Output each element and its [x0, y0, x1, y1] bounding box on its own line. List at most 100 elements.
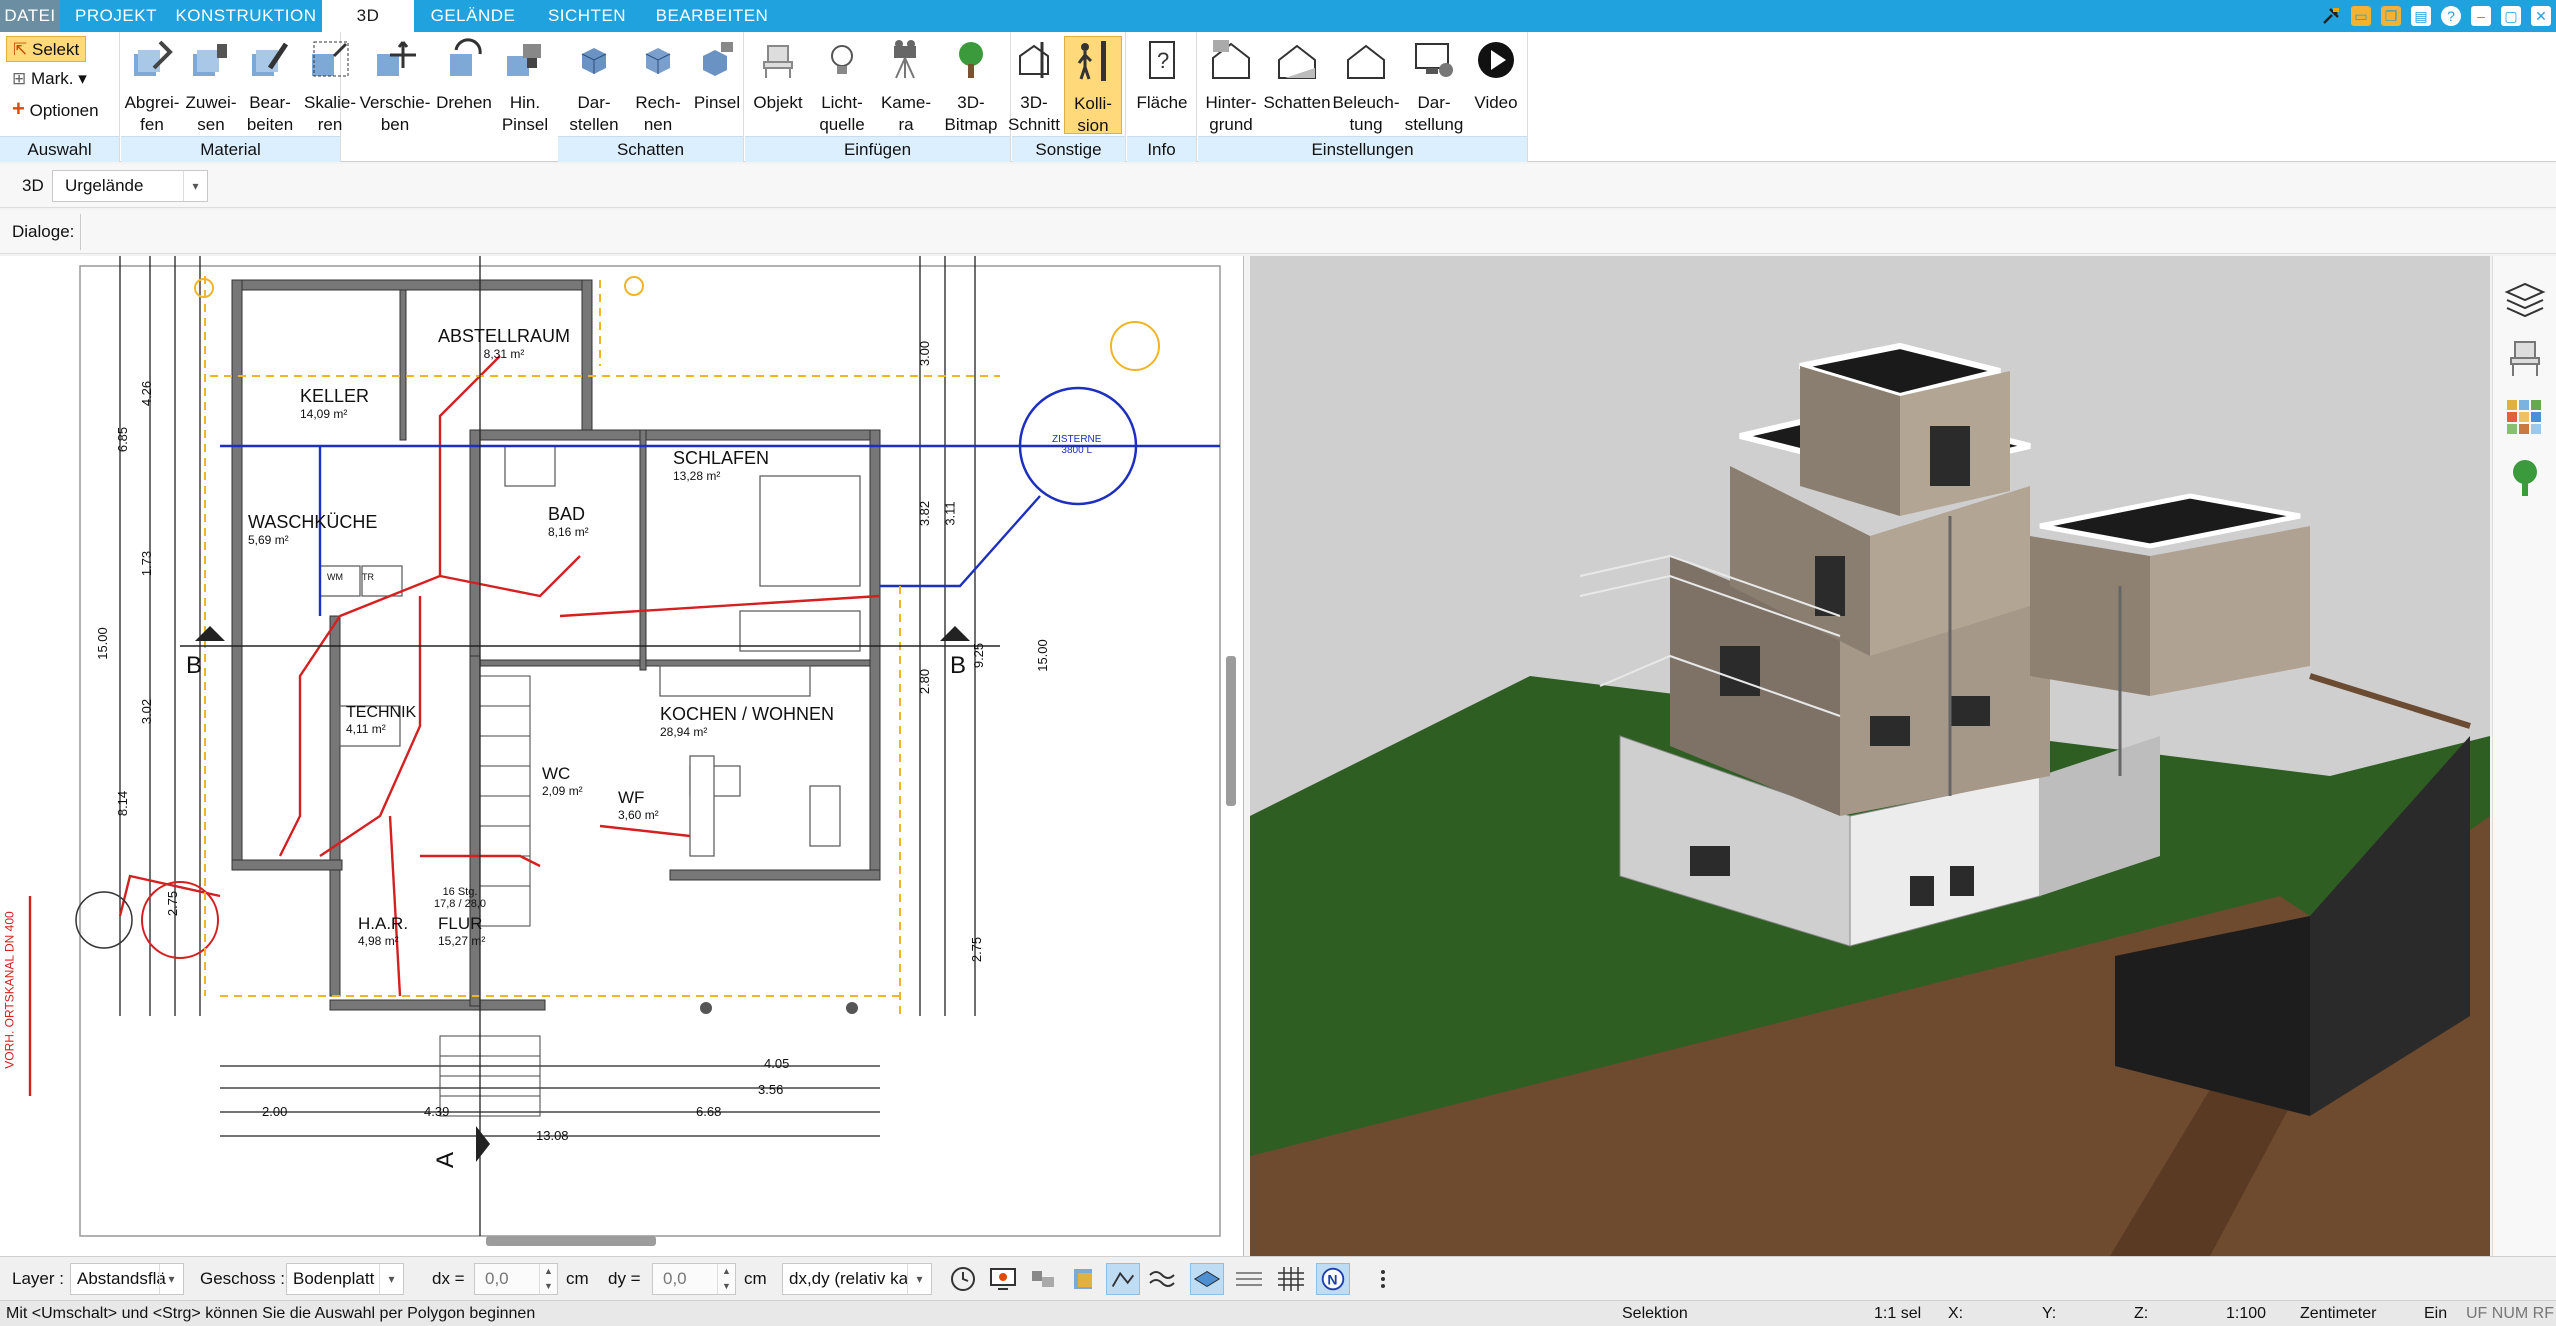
- optionen-button[interactable]: + Optionen: [6, 96, 105, 122]
- chair-icon[interactable]: [2503, 336, 2547, 380]
- room-wf[interactable]: WF 3,60 m²: [618, 788, 659, 822]
- dx-input[interactable]: 0,0 ▲ ▼: [474, 1263, 558, 1295]
- tab-konstruktion[interactable]: KONSTRUKTION: [172, 0, 320, 32]
- plane-icon[interactable]: [1190, 1263, 1224, 1295]
- dim-label: 9.25: [971, 642, 987, 669]
- grid-icon[interactable]: [1274, 1263, 1308, 1295]
- dy-input[interactable]: 0,0 ▲ ▼: [652, 1263, 736, 1295]
- schatten-darstellen-button[interactable]: Dar- stellen: [560, 36, 628, 134]
- spinner-arrows-icon[interactable]: ▲ ▼: [539, 1264, 557, 1294]
- tab-3d[interactable]: 3D: [322, 0, 414, 34]
- hintergrund-button[interactable]: Hinter- grund: [1198, 36, 1264, 134]
- maximize-icon[interactable]: ▢: [2496, 0, 2526, 32]
- materials-icon[interactable]: [2503, 396, 2547, 440]
- room-schlafen[interactable]: SCHLAFEN 13,28 m²: [673, 448, 769, 483]
- vertical-scrollbar[interactable]: [1226, 656, 1236, 806]
- schatten-rechnen-button[interactable]: Rech- nen: [628, 36, 688, 134]
- bearbeiten-button[interactable]: Bear- beiten: [240, 36, 300, 134]
- verschieben-button[interactable]: Verschie- ben: [358, 36, 432, 134]
- geschoss-select[interactable]: Bodenplatt ▾: [286, 1263, 404, 1295]
- tools-icon[interactable]: [2316, 0, 2346, 32]
- objekt-button[interactable]: Objekt: [748, 36, 808, 134]
- clock-icon[interactable]: [946, 1263, 980, 1295]
- tab-gelaende[interactable]: GELÄNDE: [414, 0, 532, 32]
- hatch-icon[interactable]: [1232, 1263, 1266, 1295]
- chevron-down-icon: ▾: [159, 1264, 183, 1294]
- room-kochen-wohnen[interactable]: KOCHEN / WOHNEN 28,94 m²: [660, 704, 834, 739]
- drehen-button[interactable]: Drehen: [432, 36, 496, 134]
- room-keller[interactable]: KELLER 14,09 m²: [300, 386, 369, 421]
- dx-label: dx =: [432, 1269, 465, 1288]
- copy-icon[interactable]: ❐: [2376, 0, 2406, 32]
- 3d-bitmap-button[interactable]: 3D- Bitmap: [936, 36, 1006, 134]
- dy-value: 0,0: [663, 1269, 687, 1288]
- room-bad[interactable]: BAD 8,16 m²: [548, 504, 589, 539]
- room-technik[interactable]: TECHNIK 4,11 m²: [346, 704, 416, 736]
- dim-label: 3.56: [758, 1082, 784, 1097]
- abgreifen-button[interactable]: Abgrei- fen: [122, 36, 182, 134]
- mark-button[interactable]: ⊞ Mark. ▾: [6, 66, 93, 92]
- zuweisen-button[interactable]: Zuwei- sen: [182, 36, 240, 134]
- tab-sichten[interactable]: SICHTEN: [532, 0, 642, 32]
- print-icon[interactable]: ▤: [2406, 0, 2436, 32]
- north-icon[interactable]: N: [1316, 1263, 1350, 1295]
- objects-icon[interactable]: [1026, 1263, 1060, 1295]
- video-button[interactable]: Video: [1464, 36, 1528, 134]
- room-abstellraum[interactable]: ABSTELLRAUM 8,31 m²: [438, 326, 570, 361]
- room-har[interactable]: H.A.R. 4,98 m²: [358, 914, 408, 948]
- wave-icon[interactable]: [1146, 1263, 1180, 1295]
- flaeche-button[interactable]: ? Fläche: [1130, 36, 1194, 134]
- save-icon[interactable]: ▭: [2346, 0, 2376, 32]
- presentation-icon[interactable]: [986, 1263, 1020, 1295]
- room-waschkueche[interactable]: WASCHKÜCHE 5,69 m²: [248, 512, 377, 547]
- skalieren-button[interactable]: Skalie- ren: [300, 36, 360, 134]
- more-options-icon[interactable]: [1366, 1263, 1400, 1295]
- tab-bearbeiten[interactable]: BEARBEITEN: [642, 0, 782, 32]
- plus-icon: +: [12, 96, 25, 121]
- lightbulb-icon: [831, 45, 853, 74]
- hin-pinsel-button[interactable]: Hin. Pinsel: [496, 36, 554, 134]
- layer-select[interactable]: Abstandsflä ▾: [70, 1263, 184, 1295]
- tree-icon[interactable]: [2503, 456, 2547, 500]
- cube-calc-icon: [645, 48, 671, 74]
- dialog-toolbar: Dialoge:: [0, 210, 2556, 254]
- kollision-button[interactable]: Kolli- sion: [1064, 36, 1122, 135]
- snap-icon[interactable]: [1106, 1263, 1140, 1295]
- floor-plan-view[interactable]: ABSTELLRAUM 8,31 m² KELLER 14,09 m² SCHL…: [0, 256, 1244, 1256]
- schatten-darstellen-label: Dar- stellen: [569, 93, 619, 134]
- minimize-icon[interactable]: –: [2466, 0, 2496, 32]
- layers-icon[interactable]: [2503, 276, 2547, 320]
- tab-projekt[interactable]: PROJEKT: [60, 0, 172, 32]
- play-icon: [1478, 42, 1514, 78]
- window-controls: ▭ ❐ ▤ ? – ▢ ✕: [2316, 0, 2556, 32]
- chair-icon: [763, 45, 793, 78]
- spinner-arrows-icon[interactable]: ▲ ▼: [717, 1264, 735, 1294]
- kamera-label: Kame- ra: [880, 93, 932, 134]
- room-name: KOCHEN / WOHNEN: [660, 704, 835, 724]
- dim-label: 15.00: [94, 627, 110, 660]
- dy-label: dy =: [608, 1269, 641, 1288]
- schatten-einstellung-button[interactable]: Schatten: [1262, 36, 1332, 134]
- terrain-select[interactable]: Urgelände ▾: [52, 170, 208, 202]
- material-icon[interactable]: [1066, 1263, 1100, 1295]
- close-icon[interactable]: ✕: [2526, 0, 2556, 32]
- room-wc[interactable]: WC 2,09 m²: [542, 764, 583, 798]
- horizontal-scrollbar[interactable]: [486, 1236, 656, 1246]
- coord-mode-select[interactable]: dx,dy (relativ ka ▾: [782, 1263, 932, 1295]
- group-label-auswahl: Auswahl: [0, 136, 119, 162]
- 3d-schnitt-button[interactable]: 3D- Schnitt: [1004, 36, 1064, 134]
- schatten-pinsel-button[interactable]: Pinsel: [688, 36, 746, 134]
- verschieben-label: Verschie- ben: [359, 93, 431, 134]
- schatten-rechnen-label: Rech- nen: [635, 93, 681, 134]
- terrain-select-value: Urgelände: [65, 176, 144, 195]
- kamera-button[interactable]: Kame- ra: [874, 36, 938, 134]
- tab-datei[interactable]: DATEI: [0, 0, 60, 32]
- help-icon[interactable]: ?: [2436, 0, 2466, 32]
- room-area: 8,31 m²: [483, 347, 525, 361]
- 3d-view[interactable]: [1250, 256, 2490, 1256]
- darstellung-button[interactable]: Dar- stellung: [1402, 36, 1466, 134]
- beleuchtung-button[interactable]: Beleuch- tung: [1330, 36, 1402, 134]
- room-flur[interactable]: FLUR 15,27 m²: [438, 914, 485, 948]
- lichtquelle-button[interactable]: Licht- quelle: [810, 36, 874, 134]
- selekt-button[interactable]: ⇱ Selekt: [6, 36, 87, 62]
